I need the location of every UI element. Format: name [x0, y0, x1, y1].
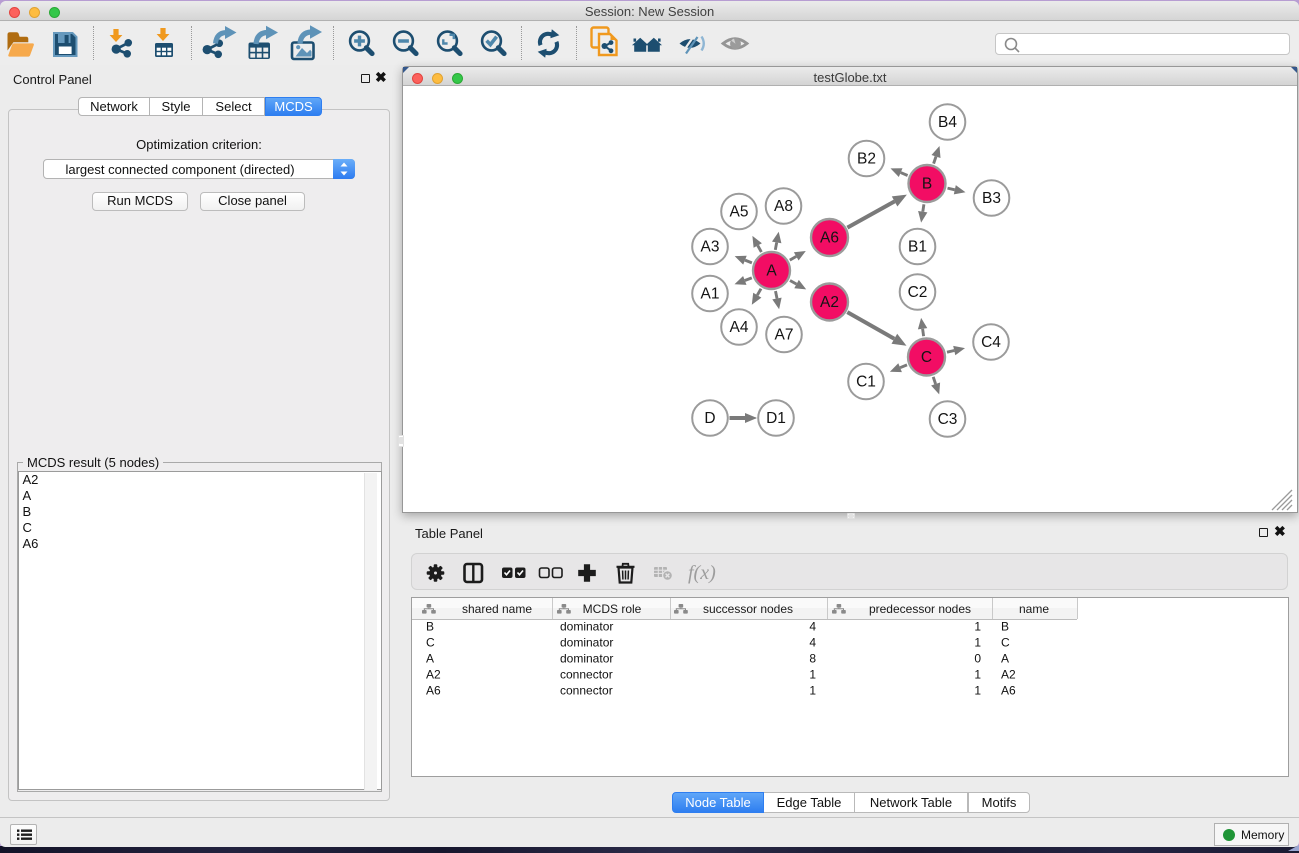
svg-text:A7: A7 — [775, 327, 794, 344]
svg-text:D1: D1 — [766, 410, 786, 427]
svg-text:dominator: dominator — [560, 652, 613, 666]
svg-text:8: 8 — [809, 652, 816, 666]
svg-text:shared name: shared name — [462, 602, 532, 616]
svg-text:A5: A5 — [730, 204, 749, 221]
svg-text:C3: C3 — [938, 411, 958, 428]
svg-text:connector: connector — [560, 684, 613, 698]
svg-text:A: A — [766, 263, 777, 280]
svg-text:C4: C4 — [981, 334, 1001, 351]
svg-text:C: C — [426, 636, 435, 650]
svg-text:B4: B4 — [938, 114, 957, 131]
svg-text:A2: A2 — [820, 294, 839, 311]
svg-text:B: B — [426, 620, 434, 634]
svg-text:A6: A6 — [820, 230, 839, 247]
svg-text:A6: A6 — [426, 684, 441, 698]
svg-text:B1: B1 — [908, 239, 927, 256]
svg-text:B: B — [922, 176, 932, 193]
svg-text:name: name — [1019, 602, 1049, 616]
svg-text:D: D — [704, 410, 715, 427]
svg-text:0: 0 — [974, 652, 981, 666]
svg-text:1: 1 — [974, 668, 981, 682]
svg-text:A4: A4 — [730, 319, 749, 336]
svg-text:B2: B2 — [857, 151, 876, 168]
svg-text:C2: C2 — [908, 284, 928, 301]
svg-text:A: A — [426, 652, 434, 666]
svg-text:A: A — [1001, 652, 1009, 666]
svg-text:C: C — [1001, 636, 1010, 650]
svg-text:1: 1 — [974, 684, 981, 698]
svg-text:B3: B3 — [982, 190, 1001, 207]
svg-text:A1: A1 — [701, 286, 720, 303]
svg-text:dominator: dominator — [560, 636, 613, 650]
svg-text:A3: A3 — [701, 239, 720, 256]
svg-text:A8: A8 — [774, 198, 793, 215]
svg-text:1: 1 — [974, 636, 981, 650]
svg-text:4: 4 — [809, 636, 816, 650]
svg-text:dominator: dominator — [560, 620, 613, 634]
svg-text:4: 4 — [809, 620, 816, 634]
svg-text:C: C — [921, 349, 932, 366]
svg-text:predecessor nodes: predecessor nodes — [869, 602, 971, 616]
svg-text:A6: A6 — [1001, 684, 1016, 698]
svg-text:A2: A2 — [1001, 668, 1016, 682]
svg-text:successor nodes: successor nodes — [703, 602, 793, 616]
svg-text:1: 1 — [974, 620, 981, 634]
svg-text:1: 1 — [809, 668, 816, 682]
svg-text:connector: connector — [560, 668, 613, 682]
svg-text:A2: A2 — [426, 668, 441, 682]
svg-text:MCDS role: MCDS role — [583, 602, 642, 616]
svg-text:B: B — [1001, 620, 1009, 634]
svg-text:1: 1 — [809, 684, 816, 698]
svg-text:f(x): f(x) — [688, 562, 716, 584]
svg-text:C1: C1 — [856, 374, 876, 391]
